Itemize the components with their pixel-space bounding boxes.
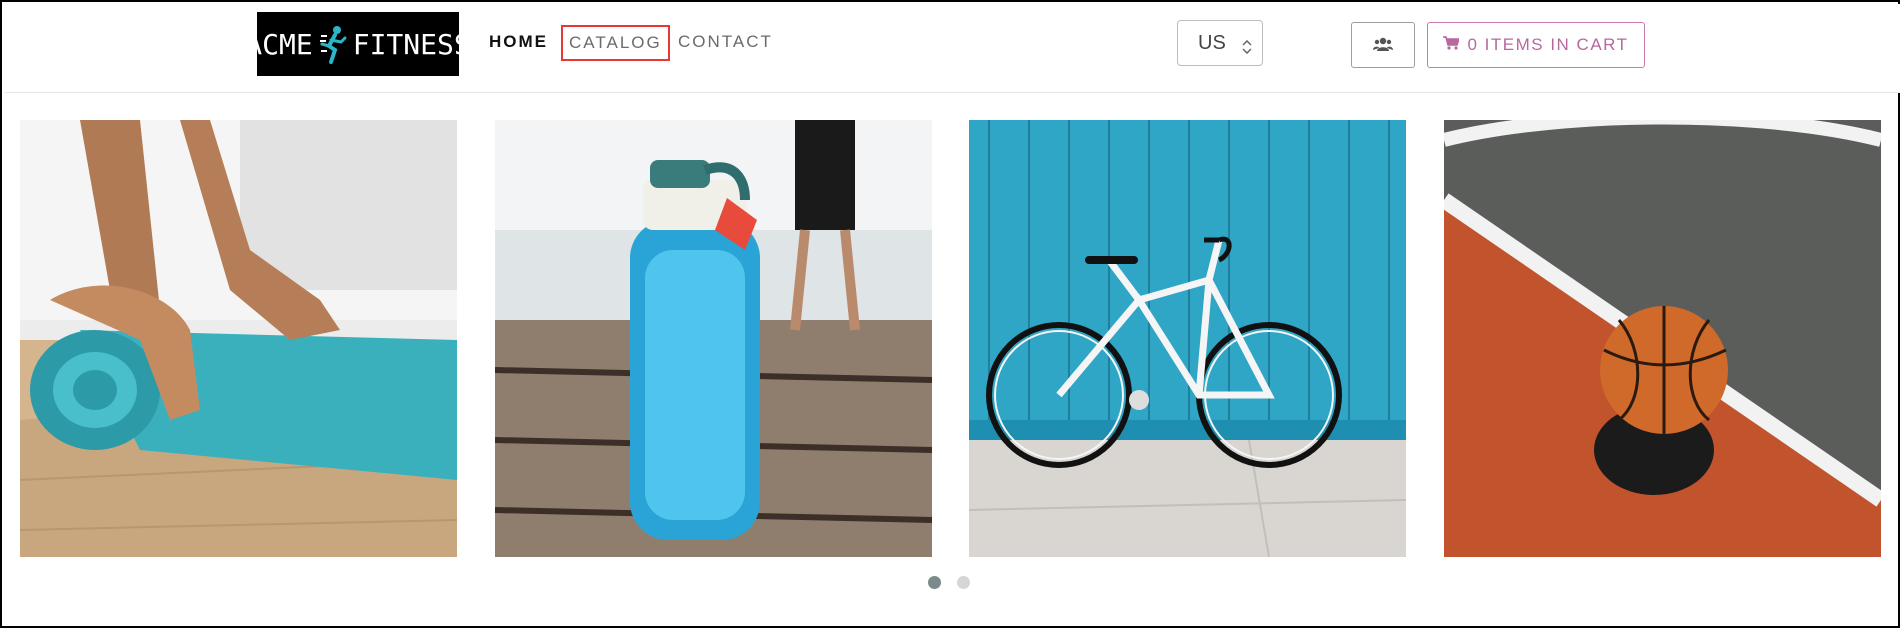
- top-navbar: ACME FITNESS HOME CATALOG CONTACT US 0 I…: [4, 4, 1900, 93]
- carousel-slide-water-bottle[interactable]: [495, 120, 932, 557]
- chevron-updown-icon: [1242, 37, 1252, 55]
- carousel-slide-bicycle[interactable]: [969, 120, 1406, 557]
- browser-frame: ACME FITNESS HOME CATALOG CONTACT US 0 I…: [0, 0, 1900, 628]
- cart-button[interactable]: 0 ITEMS IN CART: [1427, 22, 1645, 68]
- nav-home-link[interactable]: HOME: [489, 32, 548, 52]
- user-account-button[interactable]: [1351, 22, 1415, 68]
- nav-contact-link[interactable]: CONTACT: [678, 32, 773, 52]
- basketball-photo: [1444, 120, 1881, 557]
- carousel-slide-yoga-mat[interactable]: [20, 120, 457, 557]
- region-select-value: US: [1198, 31, 1226, 54]
- region-select[interactable]: US: [1177, 20, 1263, 66]
- carousel-dot-1[interactable]: [928, 576, 941, 589]
- nav-catalog-link[interactable]: CATALOG: [561, 25, 670, 61]
- runner-icon: [319, 24, 347, 64]
- logo-text-right: FITNESS: [352, 27, 471, 61]
- cart-label: 0 ITEMS IN CART: [1467, 35, 1629, 54]
- shopping-cart-icon: [1443, 35, 1461, 55]
- bicycle-photo: [969, 120, 1406, 557]
- carousel-slide-basketball[interactable]: [1444, 120, 1881, 557]
- carousel-pagination: [928, 576, 970, 589]
- product-carousel[interactable]: [2, 120, 1900, 560]
- yoga-mat-photo: [20, 120, 457, 557]
- acme-fitness-logo[interactable]: ACME FITNESS: [245, 12, 471, 76]
- users-icon: [1373, 36, 1393, 55]
- carousel-dot-2[interactable]: [957, 576, 970, 589]
- water-bottle-photo: [495, 120, 932, 557]
- logo-text-left: ACME: [245, 27, 313, 61]
